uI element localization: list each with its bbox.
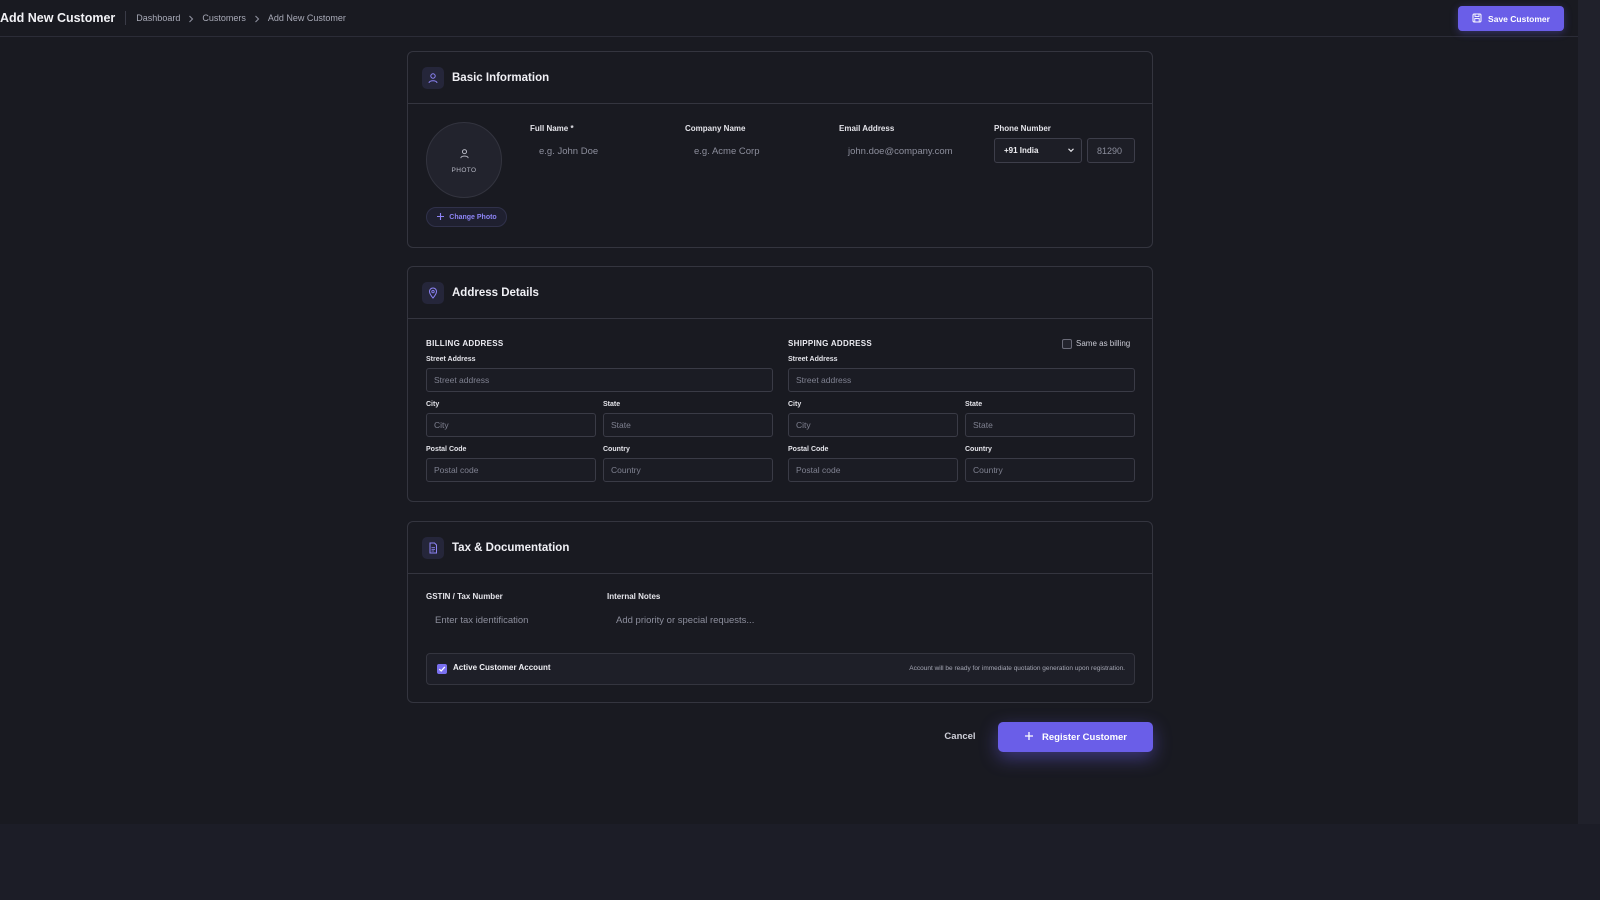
company-name-input[interactable]: e.g. Acme Corp [694, 146, 824, 157]
save-customer-label: Save Customer [1488, 13, 1550, 24]
full-name-input[interactable]: e.g. John Doe [539, 146, 669, 157]
active-account-checkbox[interactable] [437, 664, 447, 674]
shipping-country-label: Country [965, 446, 992, 453]
breadcrumb-dashboard[interactable]: Dashboard [136, 13, 180, 23]
gstin-label: GSTIN / Tax Number [426, 592, 503, 601]
tax-documentation-card: Tax & Documentation GSTIN / Tax Number E… [407, 521, 1153, 703]
billing-city-label: City [426, 401, 440, 408]
plus-icon [436, 212, 445, 223]
change-photo-button[interactable]: Change Photo [426, 207, 507, 227]
basic-information-card: Basic Information PHOTO Change Photo Ful… [407, 51, 1153, 248]
active-account-note: Account will be ready for immediate quot… [909, 665, 1125, 672]
billing-street-label: Street Address [426, 356, 476, 363]
breadcrumb: Dashboard Customers Add New Customer [136, 13, 346, 23]
save-customer-button[interactable]: Save Customer [1458, 6, 1564, 31]
active-account-label: Active Customer Account [453, 663, 551, 672]
page-title: Add New Customer [0, 11, 127, 25]
billing-postal-label: Postal Code [426, 446, 467, 453]
phone-country-value: +91 India [1004, 146, 1039, 155]
company-name-label: Company Name [685, 124, 746, 133]
tax-documentation-header: Tax & Documentation [408, 522, 1152, 574]
checkmark-icon [438, 666, 446, 672]
user-icon [422, 66, 444, 89]
billing-street-input[interactable]: Street address [426, 368, 773, 392]
chevron-right-icon [180, 13, 202, 23]
address-details-header: Address Details [408, 267, 1152, 319]
shipping-address-heading: SHIPPING ADDRESS [788, 339, 873, 348]
chevron-down-icon [1067, 146, 1075, 156]
register-customer-button[interactable]: Register Customer [998, 722, 1153, 752]
phone-number-label: Phone Number [994, 124, 1051, 133]
shipping-city-input[interactable]: City [788, 413, 958, 437]
billing-state-label: State [603, 401, 621, 408]
shipping-city-label: City [788, 401, 802, 408]
billing-state-input[interactable]: State [603, 413, 773, 437]
save-icon [1472, 13, 1482, 25]
email-address-label: Email Address [839, 124, 895, 133]
active-account-row: Active Customer Account Account will be … [426, 653, 1135, 685]
email-address-input[interactable]: john.doe@company.com [848, 146, 988, 157]
same-as-billing-checkbox[interactable] [1062, 339, 1072, 349]
shipping-postal-label: Postal Code [788, 446, 829, 453]
full-name-label: Full Name * [530, 124, 574, 133]
shipping-postal-input[interactable]: Postal code [788, 458, 958, 482]
shipping-street-label: Street Address [788, 356, 838, 363]
change-photo-label: Change Photo [449, 213, 497, 221]
billing-address-heading: BILLING ADDRESS [426, 339, 504, 348]
app-window: Add New Customer Dashboard Customers Add… [0, 0, 1578, 824]
scrollbar-track[interactable] [1578, 0, 1600, 824]
map-pin-icon [422, 281, 444, 304]
plus-icon [1024, 731, 1034, 744]
phone-number-input[interactable]: 81290 [1087, 138, 1135, 163]
shipping-state-input[interactable]: State [965, 413, 1135, 437]
internal-notes-label: Internal Notes [607, 592, 661, 601]
top-header: Add New Customer Dashboard Customers Add… [0, 0, 1578, 37]
chevron-right-icon [246, 13, 268, 23]
same-as-billing-label[interactable]: Same as billing [1076, 339, 1130, 348]
shipping-street-input[interactable]: Street address [788, 368, 1135, 392]
breadcrumb-customers[interactable]: Customers [202, 13, 246, 23]
breadcrumb-current: Add New Customer [267, 13, 346, 23]
shipping-state-label: State [965, 401, 983, 408]
billing-postal-input[interactable]: Postal code [426, 458, 596, 482]
user-icon [459, 146, 470, 164]
gstin-input[interactable]: Enter tax identification [435, 615, 595, 626]
internal-notes-input[interactable]: Add priority or special requests... [616, 615, 916, 626]
photo-label: PHOTO [451, 167, 477, 174]
billing-country-label: Country [603, 446, 630, 453]
billing-city-input[interactable]: City [426, 413, 596, 437]
shipping-country-input[interactable]: Country [965, 458, 1135, 482]
cancel-button[interactable]: Cancel [932, 728, 988, 744]
register-customer-label: Register Customer [1042, 731, 1127, 743]
basic-information-title: Basic Information [452, 71, 550, 84]
address-details-title: Address Details [452, 286, 539, 299]
photo-upload-circle[interactable]: PHOTO [426, 122, 502, 198]
address-details-card: Address Details BILLING ADDRESS Street A… [407, 266, 1153, 502]
tax-documentation-title: Tax & Documentation [452, 541, 570, 554]
phone-country-select[interactable]: +91 India [994, 138, 1082, 163]
basic-information-header: Basic Information [408, 52, 1152, 104]
document-icon [422, 536, 444, 559]
billing-country-input[interactable]: Country [603, 458, 773, 482]
